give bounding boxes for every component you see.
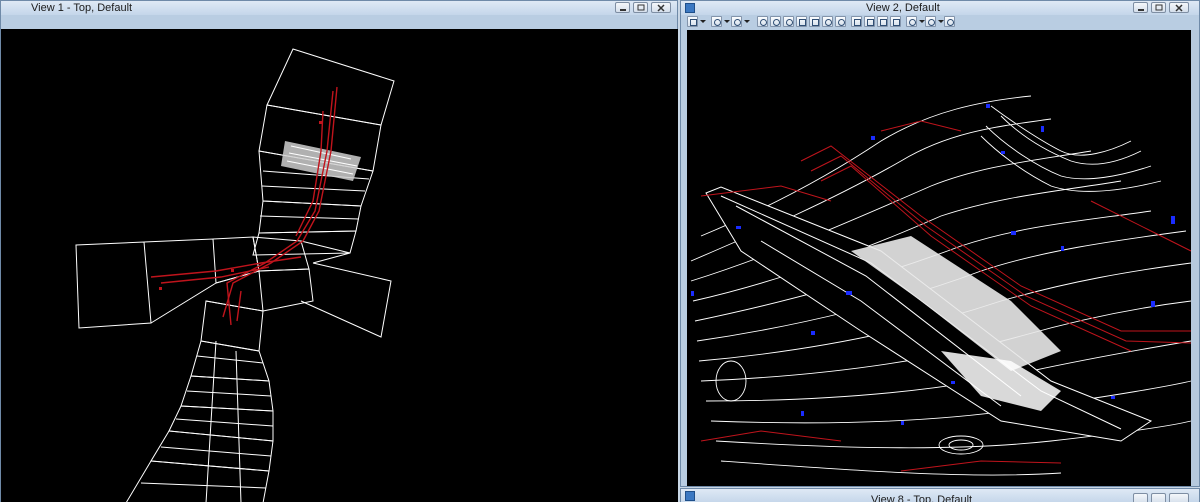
view-attributes-dropdown-icon[interactable] (700, 16, 706, 27)
view1-restore-button[interactable] (633, 2, 648, 13)
alignment-lines (150, 86, 338, 326)
view2-view-toolbar (685, 15, 1195, 29)
view2-title: View 2, Default (866, 2, 940, 14)
sheet-outline-right (300, 262, 392, 338)
rotate-view-icon[interactable] (822, 16, 833, 27)
view8-close-button[interactable] (1169, 493, 1189, 502)
view1-window: View 1 - Top, Default (0, 0, 678, 502)
view2-minimize-button[interactable] (1133, 2, 1148, 13)
view-next-icon[interactable] (864, 16, 875, 27)
zoom-out-icon[interactable] (783, 16, 794, 27)
close-icon (1175, 4, 1183, 12)
clip-mask-icon[interactable] (925, 16, 936, 27)
view2-drawing-canvas[interactable] (687, 30, 1192, 486)
update-view-icon[interactable] (757, 16, 768, 27)
copy-view-icon[interactable] (877, 16, 888, 27)
view2-close-button[interactable] (1169, 2, 1189, 13)
view1-drawing-canvas[interactable] (1, 29, 678, 502)
pan-view-icon[interactable] (835, 16, 846, 27)
zoom-in-icon[interactable] (770, 16, 781, 27)
minimize-icon (620, 9, 626, 11)
camera-icon[interactable] (890, 16, 901, 27)
view8-restore-button[interactable] (1151, 493, 1166, 502)
view8-minimize-button[interactable] (1133, 493, 1148, 502)
view8-title: View 8 - Top, Default (871, 494, 973, 502)
brightness-dropdown-icon[interactable] (744, 16, 750, 27)
clip-volume-icon[interactable] (906, 16, 917, 27)
view8-titlebar[interactable]: View 8 - Top, Default (681, 489, 1199, 502)
view2-restore-button[interactable] (1151, 2, 1166, 13)
view-attributes-icon[interactable] (687, 16, 698, 27)
view1-titlebar[interactable]: View 1 - Top, Default (1, 1, 677, 15)
view8-window: View 8 - Top, Default (680, 488, 1200, 502)
view1-minimize-button[interactable] (615, 2, 630, 13)
display-style-icon[interactable] (711, 16, 722, 27)
clip-volume-dropdown-icon[interactable] (919, 16, 925, 27)
view-icon (685, 3, 695, 13)
clip-mask-dropdown-icon[interactable] (938, 16, 944, 27)
restore-icon (1155, 4, 1163, 11)
view2-vertical-scrollbar[interactable] (1191, 30, 1199, 486)
brightness-icon[interactable] (731, 16, 742, 27)
view1-plan-drawing (75, 48, 395, 502)
minimize-icon (1138, 9, 1144, 11)
close-icon (657, 4, 665, 12)
restore-icon (637, 4, 645, 11)
view1-close-button[interactable] (651, 2, 671, 13)
view2-window: View 2, Default (680, 0, 1200, 487)
view2-titlebar[interactable]: View 2, Default (681, 1, 1199, 15)
window-area-icon[interactable] (796, 16, 807, 27)
view-previous-icon[interactable] (851, 16, 862, 27)
view-toggles-icon[interactable] (944, 16, 955, 27)
view2-3d-terrain (690, 95, 1192, 476)
fit-view-icon[interactable] (809, 16, 820, 27)
view1-title: View 1 - Top, Default (31, 2, 133, 14)
display-style-dropdown-icon[interactable] (724, 16, 730, 27)
view-icon (685, 491, 695, 501)
sheet-outline-left (75, 241, 152, 329)
